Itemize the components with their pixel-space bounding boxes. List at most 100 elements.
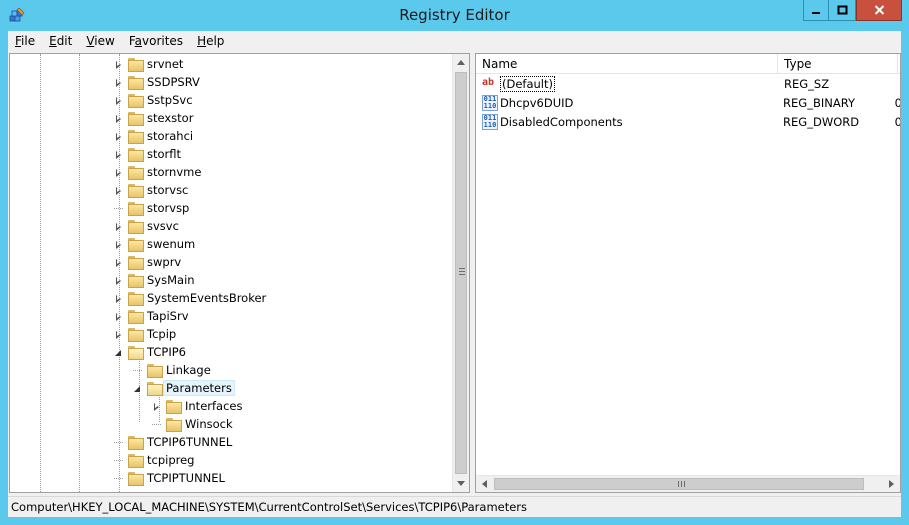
menu-help[interactable]: Help — [190, 34, 231, 48]
expand-arrow-icon[interactable] — [114, 78, 123, 87]
tree-node-label: svsvc — [147, 219, 179, 233]
tree-guide-line — [40, 54, 41, 492]
folder-icon — [127, 237, 144, 252]
scroll-right-arrow[interactable] — [883, 476, 900, 492]
value-row[interactable]: 011110 Dhcpv6DUID REG_BINARY 0 — [476, 93, 900, 112]
value-row[interactable]: 011110 DisabledComponents REG_DWORD 0 — [476, 112, 900, 131]
tree-node[interactable]: TCPIPTUNNEL — [114, 469, 225, 487]
menu-favorites[interactable]: Favorites — [122, 34, 190, 48]
arrow-left-icon — [482, 480, 487, 488]
tree-node-label: storahci — [147, 129, 194, 143]
arrow-right-icon — [889, 480, 894, 488]
folder-icon — [127, 273, 144, 288]
column-header-type[interactable]: Type — [778, 54, 898, 74]
expand-arrow-icon[interactable] — [114, 168, 123, 177]
tree-node-label: TCPIPTUNNEL — [147, 471, 225, 485]
tree-node[interactable]: Interfaces — [152, 397, 242, 415]
column-header-data[interactable]: D — [898, 54, 900, 74]
scroll-grip — [684, 481, 685, 487]
expand-arrow-icon[interactable] — [114, 60, 123, 69]
tree-node[interactable]: swenum — [114, 235, 195, 253]
expand-arrow-icon[interactable] — [114, 258, 123, 267]
tree-node[interactable]: SysMain — [114, 271, 195, 289]
tree-node[interactable]: TapiSrv — [114, 307, 189, 325]
scroll-up-arrow[interactable] — [453, 54, 469, 71]
menu-favorites-label: vorites — [142, 34, 184, 48]
expand-arrow-icon[interactable] — [114, 132, 123, 141]
expand-arrow-icon[interactable] — [114, 276, 123, 285]
menu-view-label: iew — [94, 34, 115, 48]
tree-node-label: srvnet — [147, 57, 184, 71]
maximize-button[interactable] — [829, 0, 856, 21]
scroll-grip — [678, 481, 679, 487]
key-tree-pane[interactable]: srvnet SSDPSRV SstpSvc stexstor storahci stor… — [9, 53, 470, 493]
close-button[interactable] — [856, 0, 902, 21]
tree-vertical-scrollbar[interactable] — [452, 54, 469, 492]
tree-node[interactable]: stornvme — [114, 163, 201, 181]
tree-node[interactable]: srvnet — [114, 55, 183, 73]
tree-node[interactable]: tcpipreg — [114, 451, 194, 469]
tree-node[interactable]: TCPIP6 — [114, 343, 186, 361]
scroll-grip — [459, 271, 465, 272]
tree-node[interactable]: Linkage — [133, 361, 211, 379]
expand-arrow-icon[interactable] — [114, 294, 123, 303]
value-data: 0 — [895, 115, 900, 129]
folder-icon — [127, 309, 144, 324]
tree-node[interactable]: storahci — [114, 127, 193, 145]
minimize-button[interactable] — [803, 0, 829, 21]
tree-node-label: storvsc — [147, 183, 189, 197]
tree-node[interactable]: stexstor — [114, 109, 193, 127]
registry-editor-window: Registry Editor File Edit View Favorites… — [0, 0, 909, 525]
column-header-name[interactable]: Name — [476, 54, 778, 74]
expand-arrow-icon[interactable] — [114, 330, 123, 339]
expand-arrow-icon[interactable] — [114, 96, 123, 105]
tree-node[interactable]: storvsc — [114, 181, 188, 199]
scroll-thumb[interactable] — [455, 72, 467, 474]
tree-node-label: Tcpip — [147, 327, 177, 341]
tree-node-label: stexstor — [147, 111, 194, 125]
expand-arrow-icon[interactable] — [114, 114, 123, 123]
column-header-name-label: Name — [482, 56, 518, 71]
values-list-pane[interactable]: Name Type D ab (Default) REG_SZ 011110 D… — [475, 53, 901, 493]
title-bar[interactable]: Registry Editor — [0, 0, 909, 31]
tree-node[interactable]: Winsock — [152, 415, 233, 433]
value-name: (Default) — [500, 75, 555, 92]
value-row[interactable]: ab (Default) REG_SZ — [476, 74, 900, 93]
tree-node[interactable]: svsvc — [114, 217, 179, 235]
minimize-icon — [812, 12, 820, 14]
collapse-arrow-icon[interactable] — [114, 348, 123, 357]
tree-node[interactable]: SstpSvc — [114, 91, 193, 109]
expand-arrow-icon[interactable] — [114, 150, 123, 159]
list-horizontal-scrollbar[interactable] — [476, 475, 900, 492]
tree-node[interactable]: storflt — [114, 145, 181, 163]
menu-file[interactable]: File — [8, 34, 42, 48]
expand-arrow-icon[interactable] — [114, 222, 123, 231]
tree-node-label: stornvme — [147, 165, 202, 179]
horizontal-scroll-thumb[interactable] — [494, 478, 864, 490]
expand-arrow-icon[interactable] — [114, 240, 123, 249]
scroll-down-arrow[interactable] — [453, 475, 469, 492]
tree-node[interactable]: Parameters — [133, 379, 235, 397]
tree-node[interactable]: TCPIP6TUNNEL — [114, 433, 232, 451]
folder-icon — [127, 435, 144, 450]
menu-view[interactable]: View — [79, 34, 121, 48]
folder-icon — [127, 147, 144, 162]
tree-node-label: TapiSrv — [147, 309, 189, 323]
tree-node[interactable]: SystemEventsBroker — [114, 289, 266, 307]
menu-edit[interactable]: Edit — [42, 34, 79, 48]
tree-node-label: Parameters — [163, 380, 235, 396]
expand-arrow-icon[interactable] — [114, 186, 123, 195]
tree-node[interactable]: storvsp — [114, 199, 189, 217]
tree-node[interactable]: SSDPSRV — [114, 73, 200, 91]
folder-icon — [127, 255, 144, 270]
expand-arrow-icon[interactable] — [152, 402, 161, 411]
collapse-arrow-icon[interactable] — [133, 384, 142, 393]
tree-node[interactable]: Tcpip — [114, 325, 176, 343]
folder-icon — [127, 165, 144, 180]
maximize-icon — [837, 5, 847, 15]
tree-connector — [114, 207, 123, 209]
scroll-left-arrow[interactable] — [476, 476, 493, 492]
tree-node[interactable]: swprv — [114, 253, 181, 271]
expand-arrow-icon[interactable] — [114, 312, 123, 321]
tree-connector — [114, 459, 123, 461]
